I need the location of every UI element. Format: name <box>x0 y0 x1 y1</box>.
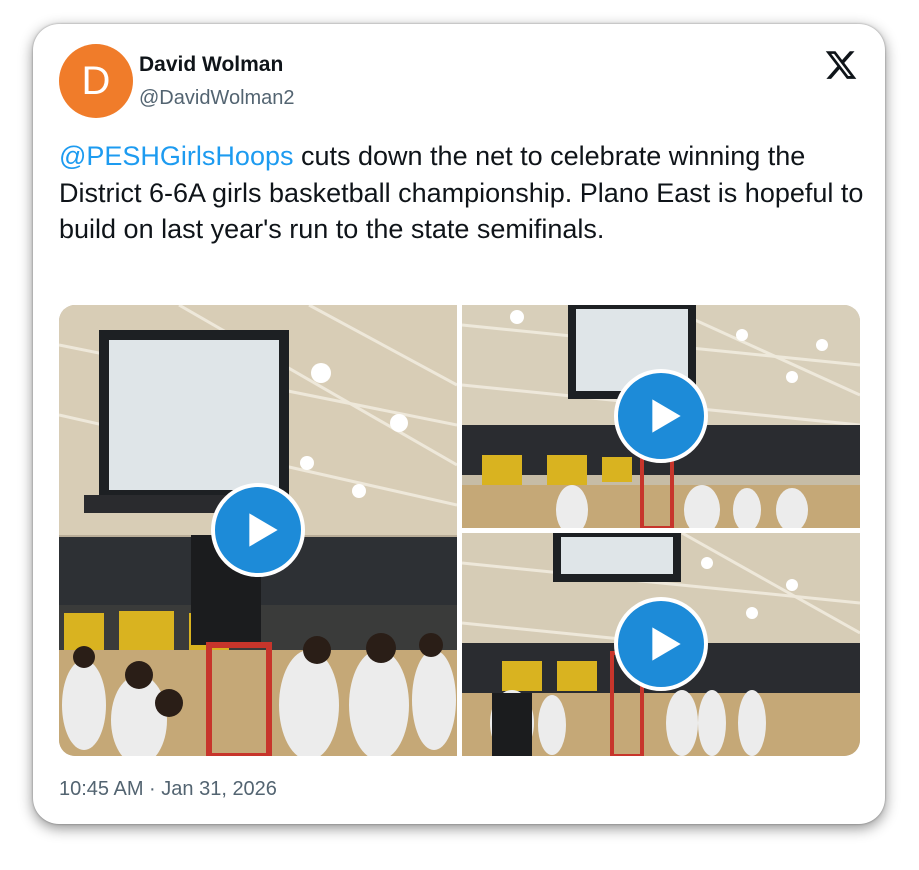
play-icon <box>249 513 278 547</box>
media-grid <box>59 305 860 756</box>
video-thumbnail-3[interactable] <box>462 533 860 756</box>
mention-link[interactable]: @PESHGirlsHoops <box>59 141 293 171</box>
play-button[interactable] <box>614 369 708 463</box>
play-icon <box>652 627 681 661</box>
author-name[interactable]: David Wolman <box>139 53 283 77</box>
video-thumbnail-2[interactable] <box>462 305 860 528</box>
author-handle[interactable]: @DavidWolman2 <box>139 87 295 110</box>
tweet-timestamp[interactable]: 10:45 AM · Jan 31, 2026 <box>59 778 277 801</box>
play-button[interactable] <box>614 597 708 691</box>
play-button[interactable] <box>211 483 305 577</box>
x-logo-icon[interactable] <box>823 48 859 82</box>
play-icon <box>652 399 681 433</box>
video-thumbnail-1[interactable] <box>59 305 457 756</box>
avatar-letter: D <box>81 58 111 103</box>
tweet-card: D David Wolman @DavidWolman2 @PESHGirlsH… <box>33 24 885 824</box>
avatar[interactable]: D <box>59 44 133 118</box>
tweet-text: @PESHGirlsHoops cuts down the net to cel… <box>59 138 869 248</box>
